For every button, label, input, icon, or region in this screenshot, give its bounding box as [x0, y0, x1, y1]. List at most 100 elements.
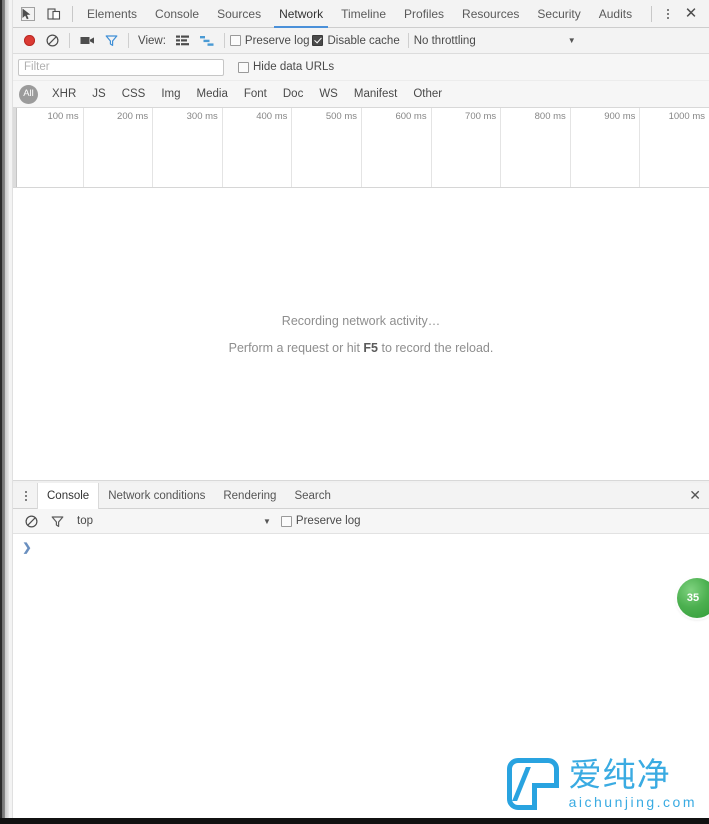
checkbox-box — [230, 35, 241, 46]
console-context-dropdown[interactable]: top ▼ — [77, 515, 271, 527]
close-icon[interactable]: ✕ — [679, 3, 703, 25]
type-filter-doc[interactable]: Doc — [276, 85, 310, 103]
drawer-tab-rendering[interactable]: Rendering — [214, 483, 285, 509]
overview-gridline — [361, 108, 362, 187]
drawer-kebab-icon[interactable] — [15, 485, 37, 507]
drawer-tab-network-conditions[interactable]: Network conditions — [99, 483, 214, 509]
checkbox-box — [238, 62, 249, 73]
window-left-gutter — [0, 0, 9, 824]
tab-resources[interactable]: Resources — [453, 0, 528, 28]
type-filter-font[interactable]: Font — [237, 85, 274, 103]
tab-label: Elements — [87, 7, 137, 21]
overview-gridline — [83, 108, 84, 187]
tab-console[interactable]: Console — [146, 0, 208, 28]
clear-console-icon[interactable] — [19, 510, 43, 532]
hint-key: F5 — [363, 341, 378, 355]
type-filter-other[interactable]: Other — [406, 85, 449, 103]
toolbar-divider-1 — [69, 33, 70, 48]
console-preserve-log-label: Preserve log — [296, 515, 361, 527]
toolbar-divider-4 — [408, 33, 409, 48]
checkbox-box — [312, 35, 323, 46]
tabbar-divider-right — [651, 6, 652, 22]
chevron-down-icon: ▼ — [263, 517, 271, 526]
overview-tick-label: 300 ms — [187, 111, 222, 122]
overview-gridline — [152, 108, 153, 187]
overview-gridline — [291, 108, 292, 187]
type-filter-xhr[interactable]: XHR — [45, 85, 83, 103]
throttling-dropdown[interactable]: No throttling ▼ — [414, 35, 576, 47]
inspect-cursor-icon[interactable] — [15, 2, 41, 26]
preserve-log-label: Preserve log — [245, 35, 310, 47]
tab-elements[interactable]: Elements — [78, 0, 146, 28]
overview-tick-label: 700 ms — [465, 111, 500, 122]
type-filter-media[interactable]: Media — [190, 85, 235, 103]
status-badge-text: 35 — [687, 592, 699, 604]
tab-label: Timeline — [341, 7, 386, 21]
tab-label: Console — [155, 7, 199, 21]
throttling-value: No throttling — [414, 35, 476, 47]
console-context-value: top — [77, 515, 93, 527]
type-filter-all[interactable]: All — [19, 85, 38, 104]
overview-gridline — [500, 108, 501, 187]
overview-tick-label: 900 ms — [604, 111, 639, 122]
filter-funnel-icon[interactable] — [99, 30, 123, 52]
waterfall-view-icon[interactable] — [195, 30, 219, 52]
tabbar-divider — [72, 6, 73, 22]
tab-label: Audits — [599, 7, 632, 21]
console-filter-funnel-icon[interactable] — [45, 510, 69, 532]
request-list-empty-state: Recording network activity… Perform a re… — [13, 188, 709, 480]
drawer-tab-search[interactable]: Search — [285, 483, 339, 509]
clear-icon[interactable] — [40, 30, 64, 52]
overview-tick-label: 100 ms — [47, 111, 82, 122]
drawer-tab-label: Search — [294, 490, 330, 502]
drawer-tab-console[interactable]: Console — [37, 483, 99, 509]
overview-gridlines: 100 ms200 ms300 ms400 ms500 ms600 ms700 … — [13, 108, 709, 187]
console-preserve-log-checkbox[interactable]: Preserve log — [281, 515, 361, 527]
drawer-tab-label: Rendering — [223, 490, 276, 502]
tab-network[interactable]: Network — [270, 0, 332, 28]
overview-tick-label: 400 ms — [256, 111, 291, 122]
devtools-tabbar: Elements Console Sources Network Timelin… — [13, 0, 709, 28]
disable-cache-checkbox[interactable]: Disable cache — [312, 35, 399, 47]
chevron-down-icon: ▼ — [568, 36, 576, 45]
type-filter-css[interactable]: CSS — [115, 85, 153, 103]
overview-gridline — [431, 108, 432, 187]
toolbar-divider-2 — [128, 33, 129, 48]
hide-data-urls-checkbox[interactable]: Hide data URLs — [238, 61, 334, 73]
tab-sources[interactable]: Sources — [208, 0, 270, 28]
console-toolbar: top ▼ Preserve log — [13, 509, 709, 534]
recording-message: Recording network activity… — [282, 314, 440, 328]
tab-label: Resources — [462, 7, 519, 21]
tab-label: Security — [537, 7, 580, 21]
record-button-icon[interactable] — [18, 30, 40, 52]
tab-audits[interactable]: Audits — [590, 0, 641, 28]
disable-cache-label: Disable cache — [327, 35, 399, 47]
devtools-panel: Elements Console Sources Network Timelin… — [13, 0, 709, 818]
list-view-icon[interactable] — [171, 30, 195, 52]
resource-type-filters: All XHR JS CSS Img Media Font Doc WS Man… — [13, 81, 709, 108]
overview-gridline — [570, 108, 571, 187]
tab-profiles[interactable]: Profiles — [395, 0, 453, 28]
type-filter-img[interactable]: Img — [154, 85, 187, 103]
device-toolbar-icon[interactable] — [41, 2, 67, 26]
hint-pre: Perform a request or hit — [229, 341, 364, 355]
overview-tick-label: 600 ms — [395, 111, 430, 122]
tab-timeline[interactable]: Timeline — [332, 0, 395, 28]
view-label: View: — [138, 35, 166, 47]
status-badge[interactable]: 35 — [677, 578, 709, 618]
network-overview-timeline[interactable]: 100 ms200 ms300 ms400 ms500 ms600 ms700 … — [13, 108, 709, 188]
console-prompt-icon: ❯ — [19, 540, 35, 554]
console-output-area[interactable]: ❯ — [13, 534, 709, 794]
kebab-menu-icon[interactable] — [657, 3, 679, 25]
hide-data-urls-label: Hide data URLs — [253, 61, 334, 73]
type-filter-ws[interactable]: WS — [312, 85, 345, 103]
preserve-log-checkbox[interactable]: Preserve log — [230, 35, 310, 47]
drawer-close-icon[interactable]: ✕ — [689, 487, 709, 504]
hint-post: to record the reload. — [378, 341, 493, 355]
type-filter-js[interactable]: JS — [85, 85, 112, 103]
tab-security[interactable]: Security — [528, 0, 589, 28]
overview-tick-label: 1000 ms — [669, 111, 709, 122]
filter-input[interactable] — [18, 59, 224, 76]
camera-filmstrip-icon[interactable] — [75, 30, 99, 52]
type-filter-manifest[interactable]: Manifest — [347, 85, 404, 103]
